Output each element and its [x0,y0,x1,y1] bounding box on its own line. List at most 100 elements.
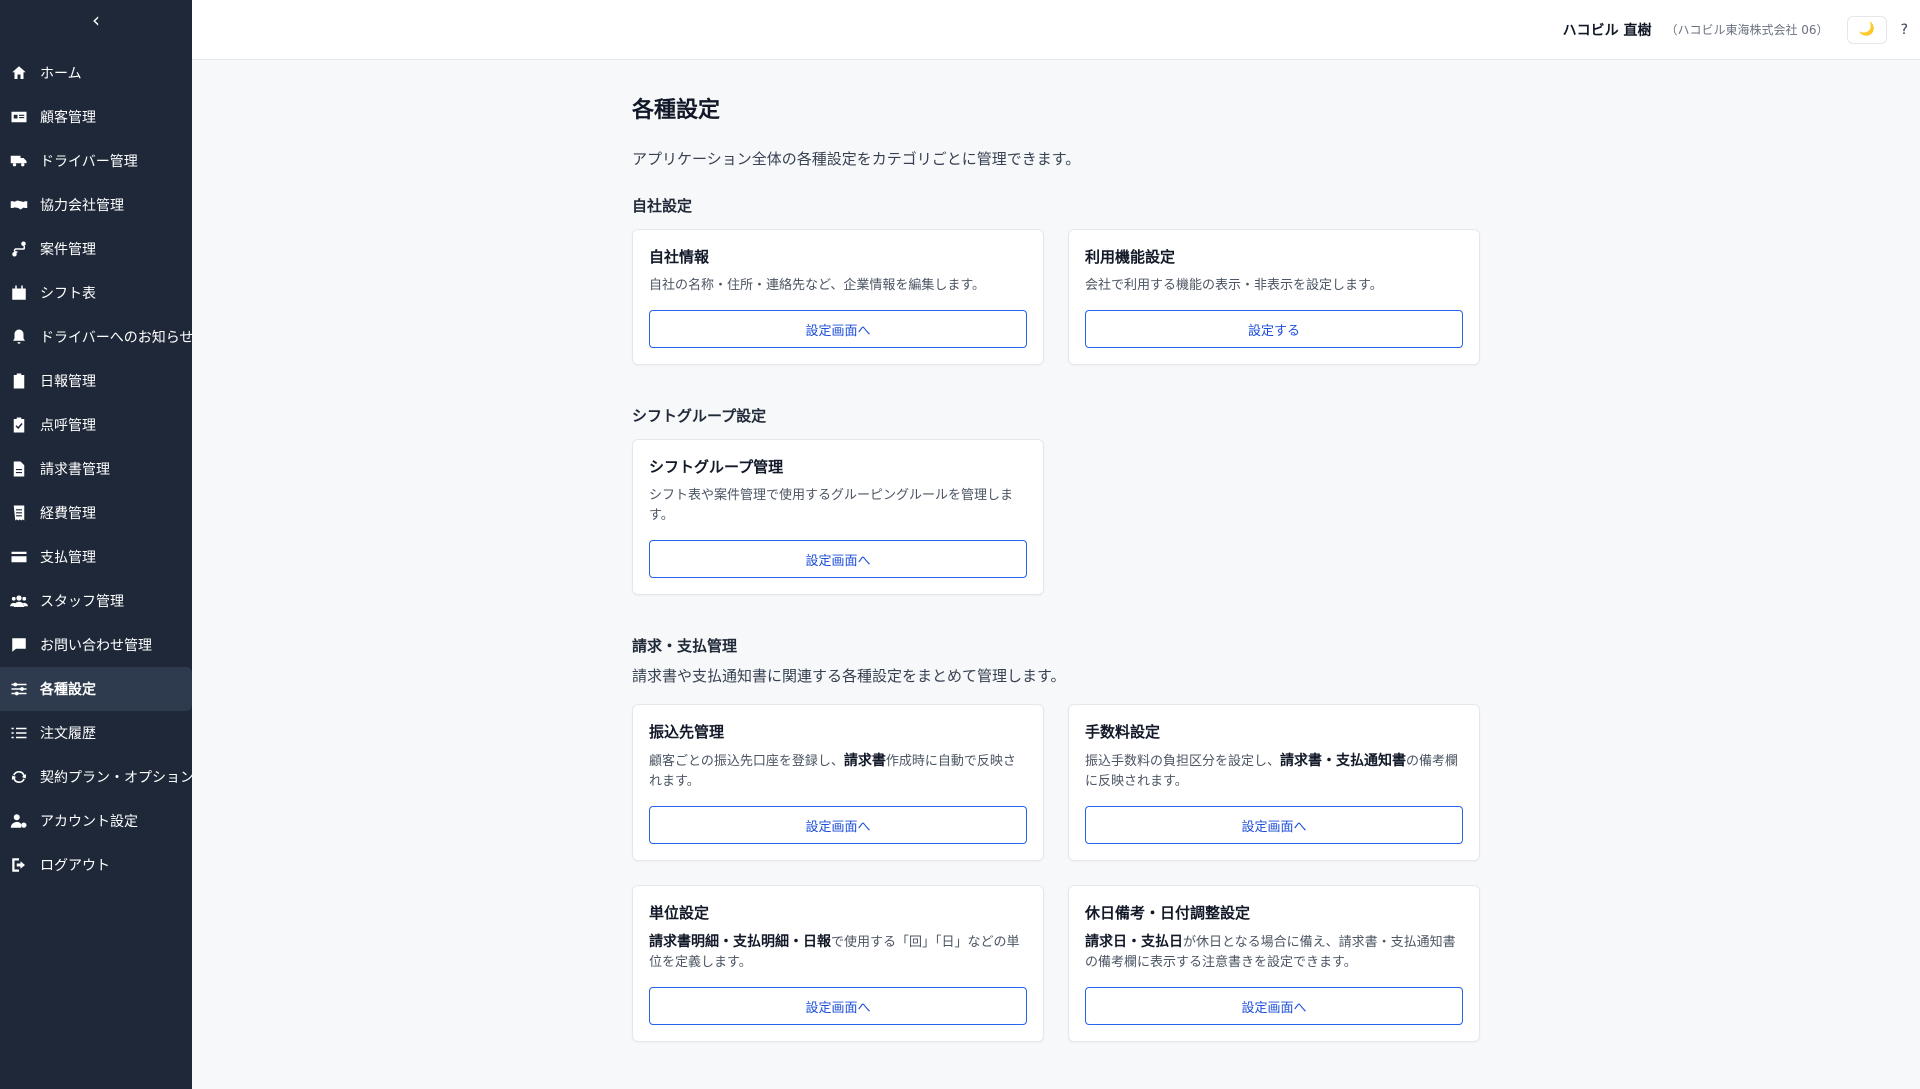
chevron-left-icon: ‹ [92,8,100,32]
holiday-settings-button[interactable]: 設定画面へ [1085,987,1463,1025]
clipboard-icon [8,370,30,392]
sidebar-item-label: 請求書管理 [40,462,110,478]
unit-settings-button[interactable]: 設定画面へ [649,987,1027,1025]
sidebar-collapse-button[interactable]: ‹ [0,0,192,40]
user-company: （ハコビル東海株式会社 06） [1665,23,1829,37]
card-description: 振込手数料の負担区分を設定し、請求書・支払通知書の備考欄に反映されます。 [1085,753,1459,789]
sidebar-item-inquiries[interactable]: お問い合わせ管理 [0,623,192,667]
list-icon [8,722,30,744]
card-description: 請求日・支払日が休日となる場合に備え、請求書・支払通知書の備考欄に表示する注意書… [1085,934,1456,970]
user-gear-icon [8,810,30,832]
section-title-billing: 請求・支払管理 [632,637,738,655]
sidebar-item-expenses[interactable]: 経費管理 [0,491,192,535]
moon-icon: 🌙 [1858,22,1875,37]
sidebar-item-label: 契約プラン・オプション [40,770,194,786]
card-title: シフトグループ管理 [649,458,784,476]
sidebar-item-home[interactable]: ホーム [0,51,192,95]
logout-icon [8,854,30,876]
home-icon [8,62,30,84]
truck-icon [8,150,30,172]
card-company-info: 自社情報 自社の名称・住所・連絡先など、企業情報を編集します。 設定画面へ [632,229,1044,365]
sidebar-item-label: 経費管理 [40,506,96,522]
sidebar-item-customers[interactable]: 顧客管理 [0,95,192,139]
card-unit-settings: 単位設定 請求書明細・支払明細・日報で使用する「回」「日」などの単位を定義します… [632,885,1044,1042]
card-title: 利用機能設定 [1085,248,1176,266]
sidebar-item-order-history[interactable]: 注文履歴 [0,711,192,755]
sidebar-item-label: ドライバー管理 [40,154,138,170]
card-title: 手数料設定 [1085,723,1161,741]
bank-accounts-settings-button[interactable]: 設定画面へ [649,806,1027,844]
sidebar-item-roll-call[interactable]: 点呼管理 [0,403,192,447]
clipboard-check-icon [8,414,30,436]
sidebar-item-drivers[interactable]: ドライバー管理 [0,139,192,183]
sidebar-item-account[interactable]: アカウント設定 [0,799,192,843]
card-feature-settings: 利用機能設定 会社で利用する機能の表示・非表示を設定します。 設定する [1068,229,1480,365]
card-description: 顧客ごとの振込先口座を登録し、請求書作成時に自動で反映されます。 [649,753,1016,789]
sidebar-item-logout[interactable]: ログアウト [0,843,192,887]
card-description: 請求書明細・支払明細・日報で使用する「回」「日」などの単位を定義します。 [649,934,1020,970]
section-shift-group-cards: シフトグループ管理 シフト表や案件管理で使用するグルーピングルールを管理します。… [632,439,1480,595]
settings-content: 各種設定 アプリケーション全体の各種設定をカテゴリごとに管理できます。 自社設定… [632,60,1480,1082]
company-info-settings-button[interactable]: 設定画面へ [649,310,1027,348]
feature-settings-button[interactable]: 設定する [1085,310,1463,348]
card-title: 単位設定 [649,904,710,922]
sidebar-item-label: ホーム [40,66,82,82]
sidebar-item-label: 支払管理 [40,550,96,566]
sidebar-nav: ホーム 顧客管理 ドライバー管理 協力会社管理 案件管理 シフト表 ドライバーへ… [0,51,194,887]
route-icon [8,238,30,260]
app-root: ‹ ホーム 顧客管理 ドライバー管理 協力会社管理 案件管理 シフト表 ドライバ… [0,0,1920,1089]
card-title: 自社情報 [649,248,710,266]
sidebar-item-label: 日報管理 [40,374,96,390]
card-description: 自社の名称・住所・連絡先など、企業情報を編集します。 [649,278,986,293]
sidebar-item-settings[interactable]: 各種設定 [0,667,192,711]
sidebar-item-label: 案件管理 [40,242,96,258]
sidebar: ‹ ホーム 顧客管理 ドライバー管理 協力会社管理 案件管理 シフト表 ドライバ… [0,0,194,1089]
card-fee-settings: 手数料設定 振込手数料の負担区分を設定し、請求書・支払通知書の備考欄に反映されま… [1068,704,1480,861]
section-company-cards: 自社情報 自社の名称・住所・連絡先など、企業情報を編集します。 設定画面へ 利用… [632,229,1480,365]
sidebar-item-payments[interactable]: 支払管理 [0,535,192,579]
sidebar-item-label: スタッフ管理 [40,594,124,610]
refresh-icon [8,766,30,788]
file-icon [8,458,30,480]
users-icon [8,590,30,612]
section-title-shift-group: シフトグループ設定 [632,407,767,425]
sidebar-item-label: 各種設定 [40,682,96,698]
sidebar-item-notices[interactable]: ドライバーへのお知らせ [0,315,194,359]
section-description-billing: 請求書や支払通知書に関連する各種設定をまとめて管理します。 [632,667,1066,685]
handshake-icon [8,194,30,216]
sidebar-item-label: 注文履歴 [40,726,96,742]
page-description: アプリケーション全体の各種設定をカテゴリごとに管理できます。 [632,150,1081,168]
sidebar-item-partners[interactable]: 協力会社管理 [0,183,192,227]
section-billing-cards: 振込先管理 顧客ごとの振込先口座を登録し、請求書作成時に自動で反映されます。 設… [632,704,1480,1042]
help-button[interactable]: ? [1901,22,1908,38]
receipt-icon [8,502,30,524]
card-shift-group: シフトグループ管理 シフト表や案件管理で使用するグルーピングルールを管理します。… [632,439,1044,595]
top-bar: ハコビル 直樹 （ハコビル東海株式会社 06） 🌙 ? [192,0,1920,60]
chat-icon [8,634,30,656]
sidebar-item-projects[interactable]: 案件管理 [0,227,192,271]
sidebar-item-staff[interactable]: スタッフ管理 [0,579,192,623]
sidebar-item-label: 協力会社管理 [40,198,124,214]
sliders-icon [8,678,30,700]
sidebar-item-shifts[interactable]: シフト表 [0,271,192,315]
sidebar-item-label: ログアウト [40,858,110,874]
card-description: シフト表や案件管理で使用するグルーピングルールを管理します。 [649,488,1014,523]
credit-card-icon [8,546,30,568]
bell-icon [8,326,30,348]
id-card-icon [8,106,30,128]
sidebar-item-label: アカウント設定 [40,814,138,830]
card-holiday-settings: 休日備考・日付調整設定 請求日・支払日が休日となる場合に備え、請求書・支払通知書… [1068,885,1480,1042]
card-title: 振込先管理 [649,723,725,741]
shift-group-settings-button[interactable]: 設定画面へ [649,540,1027,578]
card-description: 会社で利用する機能の表示・非表示を設定します。 [1085,278,1383,293]
sidebar-item-daily-reports[interactable]: 日報管理 [0,359,192,403]
sidebar-item-plans[interactable]: 契約プラン・オプション [0,755,194,799]
sidebar-item-label: 顧客管理 [40,110,96,126]
section-title-company: 自社設定 [632,197,693,215]
sidebar-item-invoices[interactable]: 請求書管理 [0,447,192,491]
fee-settings-button[interactable]: 設定画面へ [1085,806,1463,844]
theme-toggle-button[interactable]: 🌙 [1846,15,1887,44]
sidebar-item-label: お問い合わせ管理 [40,638,152,654]
sidebar-item-label: ドライバーへのお知らせ [40,330,194,346]
card-bank-accounts: 振込先管理 顧客ごとの振込先口座を登録し、請求書作成時に自動で反映されます。 設… [632,704,1044,861]
